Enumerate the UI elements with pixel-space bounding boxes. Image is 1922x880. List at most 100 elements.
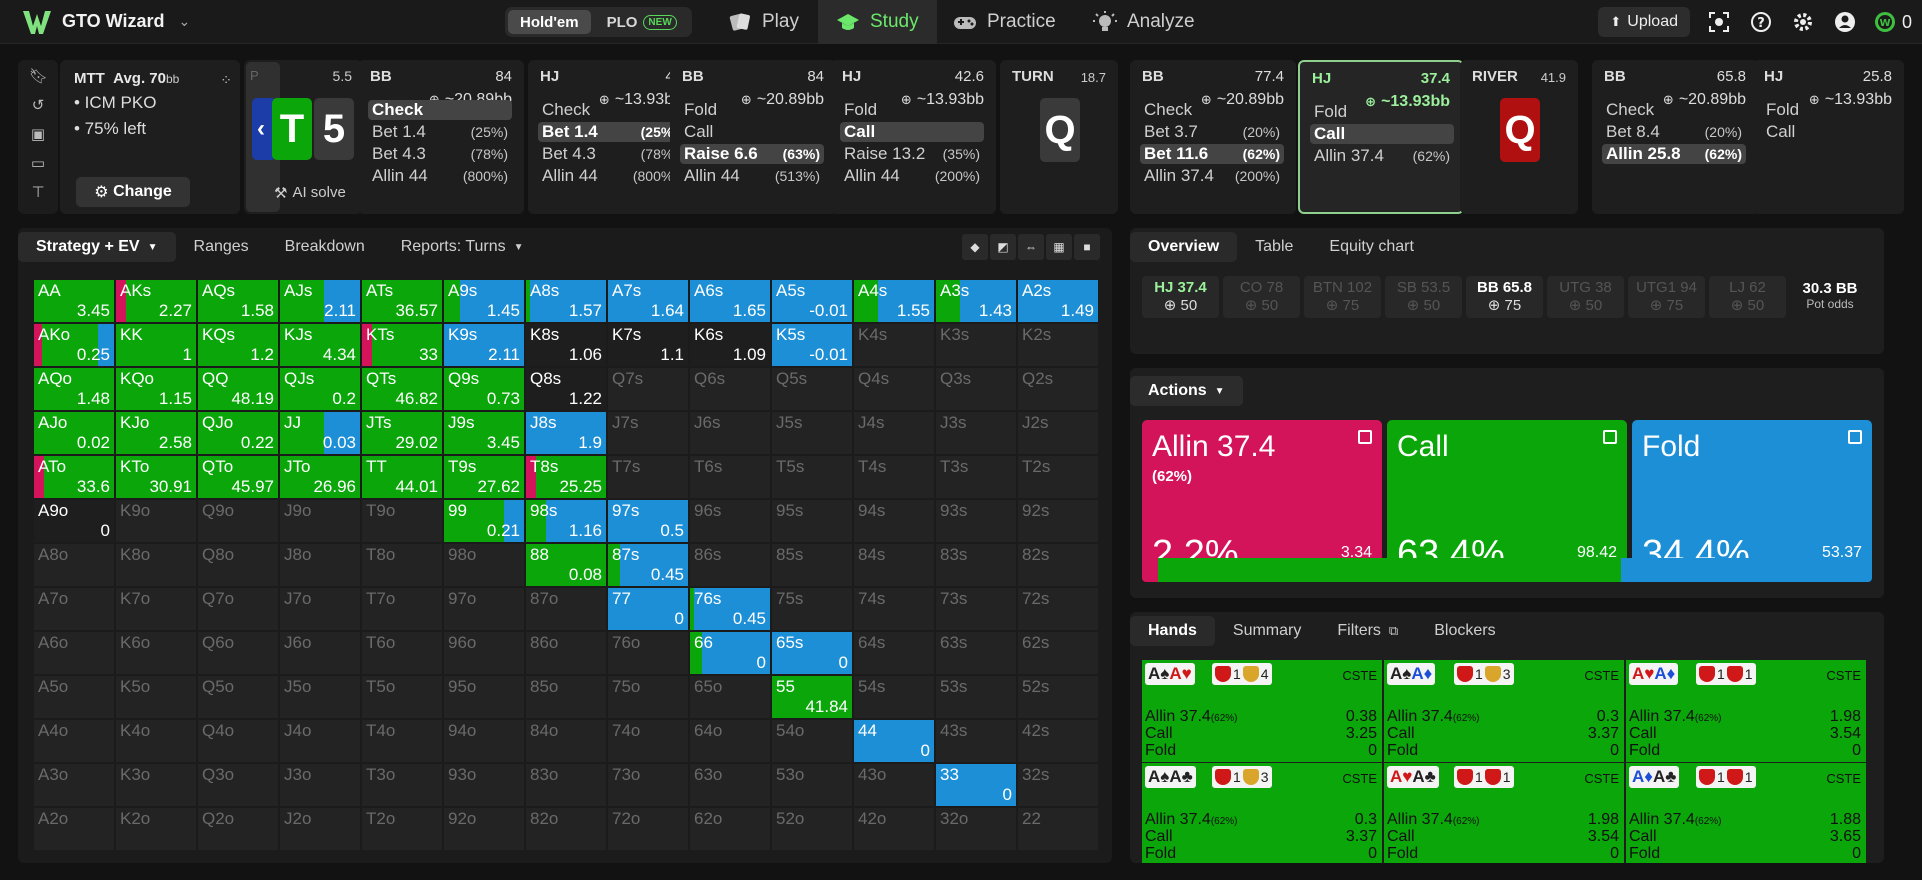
hand-cell-J8o[interactable]: J8o <box>280 544 360 586</box>
node-option[interactable]: Check <box>1602 100 1746 120</box>
hand-cell-J8s[interactable]: J8s 1.9 <box>526 412 606 454</box>
hand-cell-94o[interactable]: 94o <box>444 720 524 762</box>
seat[interactable]: BB 65.8 ⊕ 75 <box>1466 276 1543 318</box>
hand-cell-K8o[interactable]: K8o <box>116 544 196 586</box>
hand-cell-82o[interactable]: 82o <box>526 808 606 850</box>
hand-cell-97o[interactable]: 97o <box>444 588 524 630</box>
hand-cell-T8s[interactable]: T8s 25.25 <box>526 456 606 498</box>
hand-cell-T8o[interactable]: T8o <box>362 544 442 586</box>
account-icon[interactable] <box>1832 9 1858 35</box>
hand-cell-KK[interactable]: KK 1 <box>116 324 196 366</box>
node-option[interactable]: Call <box>1310 124 1454 144</box>
hand-cell-22[interactable]: 22 <box>1018 808 1098 850</box>
notes-icon[interactable] <box>1358 430 1372 444</box>
hand-cell-A6o[interactable]: A6o <box>34 632 114 674</box>
hand-combo-cell[interactable]: A♠ A♣ 1 3 CSTE Allin 37.4(62%) 0.3 Call 3.37 Fold… <box>1142 763 1382 863</box>
cube-icon[interactable]: ◆ <box>962 234 988 260</box>
hand-cell-T5o[interactable]: T5o <box>362 676 442 718</box>
node-option[interactable]: Bet 3.7 (20%) <box>1140 122 1284 142</box>
hand-cell-J6s[interactable]: J6s <box>690 412 770 454</box>
hand-cell-Q5s[interactable]: Q5s <box>772 368 852 410</box>
hand-cell-65o[interactable]: 65o <box>690 676 770 718</box>
hand-cell-84o[interactable]: 84o <box>526 720 606 762</box>
hand-cell-QTs[interactable]: QTs 46.82 <box>362 368 442 410</box>
hand-cell-J5s[interactable]: J5s <box>772 412 852 454</box>
hand-cell-AQo[interactable]: AQo 1.48 <box>34 368 114 410</box>
hand-cell-96s[interactable]: 96s <box>690 500 770 542</box>
hand-cell-62s[interactable]: 62s <box>1018 632 1098 674</box>
hand-cell-AA[interactable]: AA 3.45 <box>34 280 114 322</box>
street-node-6[interactable]: HJ 37.4 ⊕ ~13.93bb Fold Call Allin 37.4 (62%) <box>1298 60 1464 214</box>
balance[interactable]: W 0 <box>1874 11 1912 33</box>
hand-cell-K7s[interactable]: K7s 1.1 <box>608 324 688 366</box>
hand-cell-J9s[interactable]: J9s 3.45 <box>444 412 524 454</box>
node-option[interactable]: Bet 1.4 (25%) <box>538 122 682 142</box>
hand-cell-T3o[interactable]: T3o <box>362 764 442 806</box>
hand-cell-J3o[interactable]: J3o <box>280 764 360 806</box>
hand-cell-A3o[interactable]: A3o <box>34 764 114 806</box>
tab-overview[interactable]: Overview <box>1130 232 1238 262</box>
ai-solve-button[interactable]: ⚒︎ AI solve <box>274 184 346 202</box>
hand-cell-KQo[interactable]: KQo 1.15 <box>116 368 196 410</box>
hand-cell-32o[interactable]: 32o <box>936 808 1016 850</box>
square-icon[interactable]: ■ <box>1074 234 1100 260</box>
hand-cell-AKs[interactable]: AKs 2.27 <box>116 280 196 322</box>
hand-cell-76s[interactable]: 76s 0.45 <box>690 588 770 630</box>
hand-cell-Q3s[interactable]: Q3s <box>936 368 1016 410</box>
hand-cell-32s[interactable]: 32s <box>1018 764 1098 806</box>
hand-combo-cell[interactable]: A♠ A♦ 1 3 CSTE Allin 37.4(62%) 0.3 Call 3.37 Fold… <box>1384 660 1624 762</box>
seat[interactable]: CO 78 ⊕ 50 <box>1223 276 1300 318</box>
hand-cell-K2s[interactable]: K2s <box>1018 324 1098 366</box>
notes-icon[interactable] <box>1848 430 1862 444</box>
hand-cell-75o[interactable]: 75o <box>608 676 688 718</box>
hand-cell-J7o[interactable]: J7o <box>280 588 360 630</box>
node-option[interactable]: Bet 11.6 (62%) <box>1140 144 1284 164</box>
hand-cell-K6o[interactable]: K6o <box>116 632 196 674</box>
node-option[interactable]: Bet 1.4 (25%) <box>368 122 512 142</box>
save-icon[interactable]: ▣ <box>29 126 47 144</box>
hand-cell-T7s[interactable]: T7s <box>608 456 688 498</box>
hand-cell-84s[interactable]: 84s <box>854 544 934 586</box>
hand-cell-T4s[interactable]: T4s <box>854 456 934 498</box>
hand-cell-K6s[interactable]: K6s 1.09 <box>690 324 770 366</box>
tab-equity-chart[interactable]: Equity chart <box>1311 232 1431 262</box>
hand-cell-A7o[interactable]: A7o <box>34 588 114 630</box>
hand-cell-64s[interactable]: 64s <box>854 632 934 674</box>
hand-cell-Q4o[interactable]: Q4o <box>198 720 278 762</box>
hand-cell-T5s[interactable]: T5s <box>772 456 852 498</box>
hand-cell-K3s[interactable]: K3s <box>936 324 1016 366</box>
hand-cell-87s[interactable]: 87s 0.45 <box>608 544 688 586</box>
hand-cell-86o[interactable]: 86o <box>526 632 606 674</box>
hand-cell-J7s[interactable]: J7s <box>608 412 688 454</box>
hand-cell-T7o[interactable]: T7o <box>362 588 442 630</box>
grid-icon[interactable]: ▦ <box>1046 234 1072 260</box>
hand-cell-J5o[interactable]: J5o <box>280 676 360 718</box>
hand-cell-A2s[interactable]: A2s 1.49 <box>1018 280 1098 322</box>
hand-cell-73o[interactable]: 73o <box>608 764 688 806</box>
hand-cell-J4s[interactable]: J4s <box>854 412 934 454</box>
hand-cell-Q6o[interactable]: Q6o <box>198 632 278 674</box>
hand-cell-K5s[interactable]: K5s -0.01 <box>772 324 852 366</box>
hand-cell-J2o[interactable]: J2o <box>280 808 360 850</box>
hand-cell-KQs[interactable]: KQs 1.2 <box>198 324 278 366</box>
hand-cell-Q8s[interactable]: Q8s 1.22 <box>526 368 606 410</box>
hand-cell-A9s[interactable]: A9s 1.45 <box>444 280 524 322</box>
hand-cell-K4o[interactable]: K4o <box>116 720 196 762</box>
hand-cell-Q9o[interactable]: Q9o <box>198 500 278 542</box>
chevron-down-icon[interactable]: ⌄ <box>179 13 191 30</box>
change-button[interactable]: ⚙︎ Change <box>76 177 190 207</box>
hand-cell-AJs[interactable]: AJs 2.11 <box>280 280 360 322</box>
hand-cell-QTo[interactable]: QTo 45.97 <box>198 456 278 498</box>
hand-cell-KJo[interactable]: KJo 2.58 <box>116 412 196 454</box>
hand-cell-54s[interactable]: 54s <box>854 676 934 718</box>
hand-combo-cell[interactable]: A♦ A♣ 1 1 CSTE Allin 37.4(62%) 1.88 Call 3.65 Fol… <box>1626 763 1866 863</box>
hand-cell-JJ[interactable]: JJ 0.03 <box>280 412 360 454</box>
hand-cell-94s[interactable]: 94s <box>854 500 934 542</box>
hand-cell-85o[interactable]: 85o <box>526 676 606 718</box>
hand-cell-73s[interactable]: 73s <box>936 588 1016 630</box>
hand-cell-95s[interactable]: 95s <box>772 500 852 542</box>
hand-cell-ATo[interactable]: ATo 33.6 <box>34 456 114 498</box>
upload-button[interactable]: ⬆ Upload <box>1598 7 1690 37</box>
hand-cell-53s[interactable]: 53s <box>936 676 1016 718</box>
street-card-river[interactable]: RIVER 41.9 Q <box>1460 60 1578 214</box>
